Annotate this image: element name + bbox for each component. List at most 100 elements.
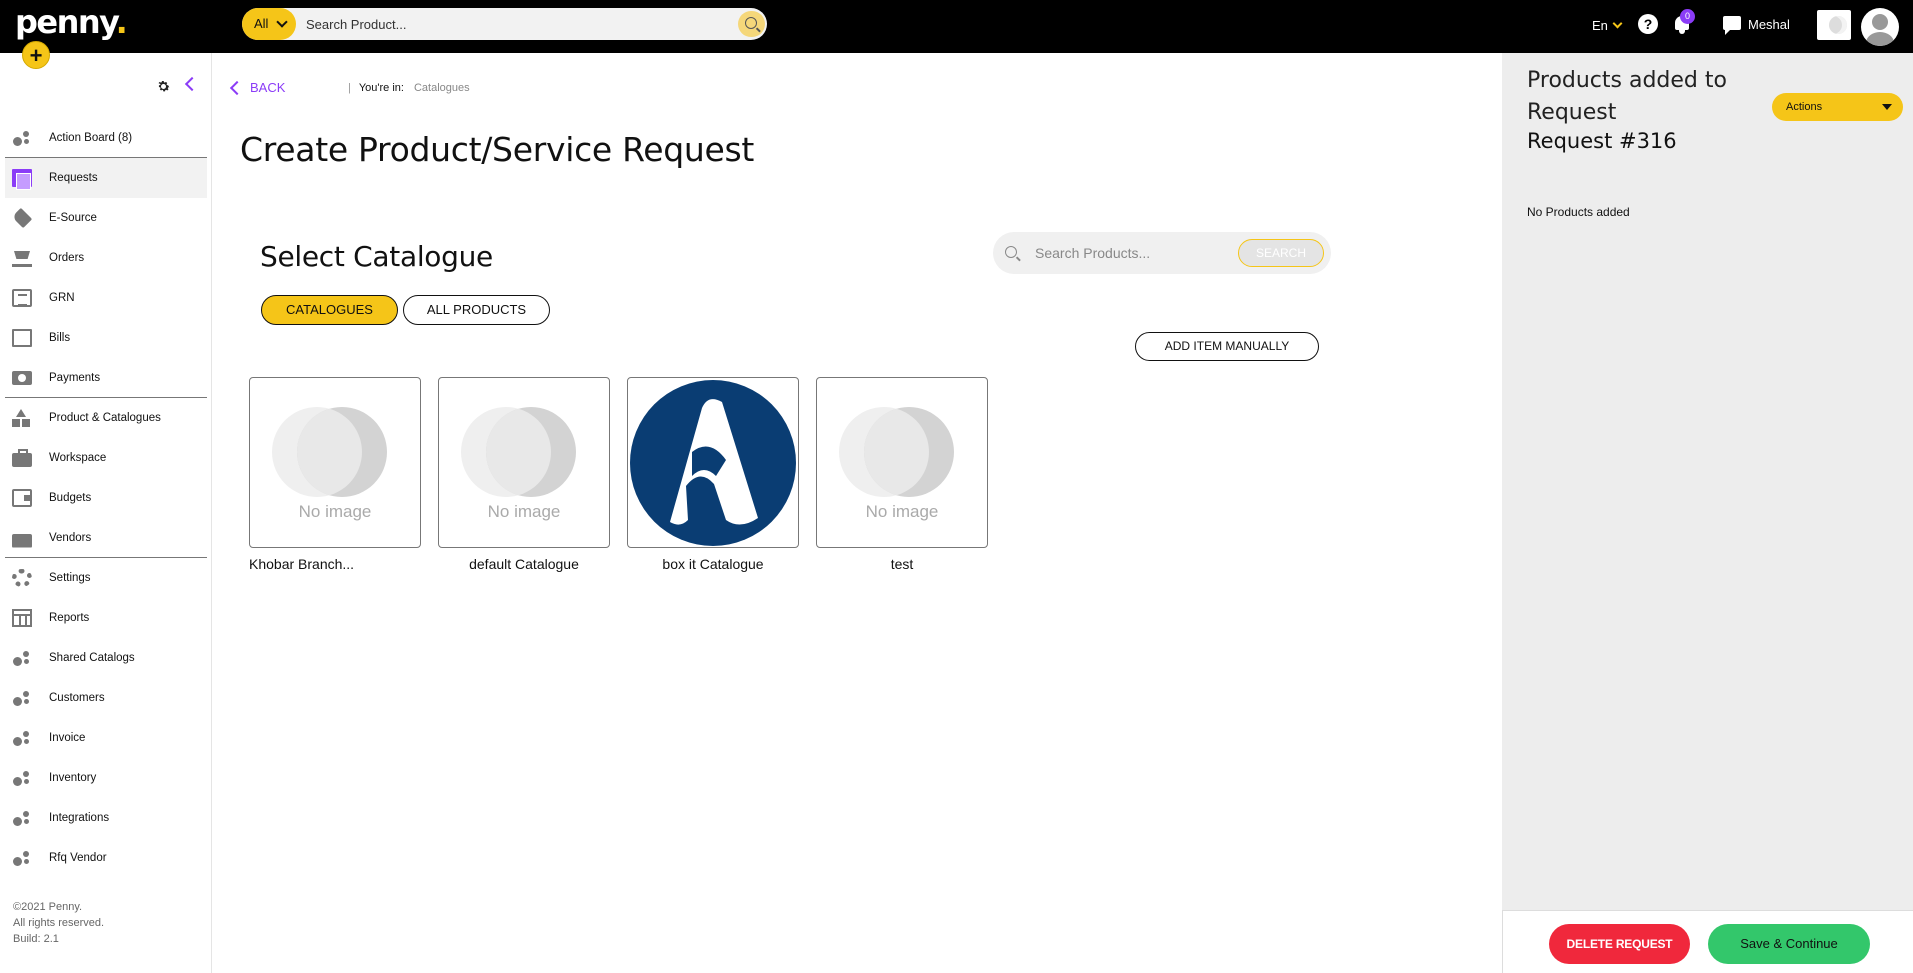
delete-request-button[interactable]: DELETE REQUEST bbox=[1549, 924, 1690, 964]
breadcrumb: | You're in: Catalogues bbox=[348, 82, 470, 94]
no-image-text: No image bbox=[298, 502, 372, 521]
bill-icon bbox=[12, 329, 32, 347]
payment-icon bbox=[12, 370, 32, 385]
sidebar-item-customers[interactable]: Customers bbox=[5, 678, 207, 718]
tag-icon bbox=[11, 207, 33, 229]
no-image-text: No image bbox=[487, 502, 561, 521]
sidebar-item-label: Budgets bbox=[49, 492, 92, 504]
sidebar-item-integrations[interactable]: Integrations bbox=[5, 798, 207, 838]
sidebar-item-inventory[interactable]: Inventory bbox=[5, 758, 207, 798]
sidebar-item-e-source[interactable]: E-Source bbox=[5, 198, 207, 238]
actions-dropdown[interactable]: Actions bbox=[1772, 93, 1903, 121]
sidebar-item-payments[interactable]: Payments bbox=[5, 358, 207, 398]
catalogue-image-placeholder[interactable]: No image bbox=[249, 377, 421, 548]
sidebar-item-requests[interactable]: Requests bbox=[5, 158, 207, 198]
catalogue-name: box it Catalogue bbox=[662, 556, 764, 572]
empty-products-text: No Products added bbox=[1527, 205, 1630, 219]
collapse-sidebar-icon[interactable] bbox=[184, 76, 200, 92]
sidebar-item-label: Invoice bbox=[49, 732, 86, 744]
catalogue-card[interactable]: box it Catalogue bbox=[627, 377, 799, 572]
request-number: Request #316 bbox=[1527, 129, 1677, 153]
table-icon bbox=[12, 609, 32, 627]
chat-icon[interactable] bbox=[1723, 16, 1741, 35]
sidebar-item-label: E-Source bbox=[49, 212, 97, 224]
caret-down-icon bbox=[1882, 104, 1892, 110]
sidebar-item-vendors[interactable]: Vendors bbox=[5, 518, 207, 558]
shapes-icon bbox=[12, 409, 32, 427]
page-title: Create Product/Service Request bbox=[240, 130, 755, 169]
user-name[interactable]: Meshal bbox=[1748, 17, 1790, 32]
sidebar-item-product-catalogues[interactable]: Product & Catalogues bbox=[5, 398, 207, 438]
store-icon bbox=[12, 533, 32, 548]
product-search-button[interactable]: SEARCH bbox=[1238, 239, 1324, 267]
catalogue-image-placeholder[interactable]: No image bbox=[816, 377, 988, 548]
sidebar-item-label: Rfq Vendor bbox=[49, 852, 107, 864]
sidebar-item-label: Shared Catalogs bbox=[49, 652, 135, 664]
back-button[interactable]: BACK bbox=[229, 80, 286, 96]
build-version: Build: 2.1 bbox=[13, 933, 59, 945]
sidebar-item-label: GRN bbox=[49, 292, 75, 304]
help-icon[interactable]: ? bbox=[1638, 14, 1658, 34]
global-search-input[interactable] bbox=[306, 8, 706, 40]
tab-all-products[interactable]: ALL PRODUCTS bbox=[403, 295, 550, 325]
catalogue-card[interactable]: No image default Catalogue bbox=[438, 377, 610, 572]
top-bar: penny. All En ? 0 Meshal bbox=[0, 0, 1913, 53]
back-label: BACK bbox=[250, 80, 286, 95]
language-label: En bbox=[1592, 18, 1608, 33]
company-logo[interactable] bbox=[1817, 10, 1851, 40]
search-category-select[interactable]: All bbox=[242, 8, 296, 40]
breadcrumb-current[interactable]: Catalogues bbox=[414, 82, 470, 94]
dots-icon bbox=[12, 769, 32, 787]
chevron-left-icon bbox=[229, 80, 245, 96]
sidebar-item-rfq-vendor[interactable]: Rfq Vendor bbox=[5, 838, 207, 878]
sidebar: Action Board (8) Requests E-Source Order… bbox=[0, 53, 212, 973]
document-icon bbox=[12, 169, 32, 190]
catalogue-image-placeholder[interactable]: No image bbox=[438, 377, 610, 548]
sidebar-item-label: Requests bbox=[49, 172, 98, 184]
sidebar-item-budgets[interactable]: Budgets bbox=[5, 478, 207, 518]
sidebar-item-shared-catalogs[interactable]: Shared Catalogs bbox=[5, 638, 207, 678]
sidebar-item-label: Inventory bbox=[49, 772, 97, 784]
product-search-input[interactable] bbox=[1035, 232, 1225, 274]
dots-icon bbox=[12, 689, 32, 707]
sidebar-item-label: Reports bbox=[49, 612, 90, 624]
catalogue-card[interactable]: No image Khobar Branch... bbox=[249, 377, 421, 572]
actions-label: Actions bbox=[1786, 101, 1823, 113]
quick-add-button[interactable]: + bbox=[22, 41, 50, 69]
penny-logo[interactable]: penny. bbox=[15, 2, 128, 42]
sidebar-item-settings[interactable]: Settings bbox=[5, 558, 207, 598]
sidebar-item-label: Bills bbox=[49, 332, 71, 344]
sidebar-item-grn[interactable]: GRN bbox=[5, 278, 207, 318]
catalogue-card[interactable]: No image test bbox=[816, 377, 988, 572]
save-continue-button[interactable]: Save & Continue bbox=[1708, 924, 1870, 964]
chevron-down-icon bbox=[1612, 18, 1623, 29]
sidebar-item-invoice[interactable]: Invoice bbox=[5, 718, 207, 758]
sidebar-item-bills[interactable]: Bills bbox=[5, 318, 207, 358]
tab-catalogues[interactable]: CATALOGUES bbox=[261, 295, 398, 325]
sidebar-item-label: Vendors bbox=[49, 531, 92, 544]
copyright-line: All rights reserved. bbox=[13, 917, 105, 929]
sidebar-item-reports[interactable]: Reports bbox=[5, 598, 207, 638]
language-select[interactable]: En bbox=[1592, 18, 1623, 33]
search-category-label: All bbox=[254, 16, 269, 31]
global-search-button[interactable] bbox=[738, 11, 765, 37]
dots-icon bbox=[12, 849, 32, 867]
list-icon bbox=[12, 289, 32, 307]
sidebar-item-workspace[interactable]: Workspace bbox=[5, 438, 207, 478]
catalogue-image[interactable] bbox=[627, 377, 799, 548]
product-search: SEARCH bbox=[993, 232, 1331, 274]
cart-icon bbox=[12, 249, 32, 267]
gear-icon[interactable] bbox=[156, 79, 171, 94]
dots-icon bbox=[12, 729, 32, 747]
catalogue-name: Khobar Branch... bbox=[249, 556, 355, 572]
sidebar-item-action-board[interactable]: Action Board (8) bbox=[5, 118, 207, 158]
add-item-manually-button[interactable]: ADD ITEM MANUALLY bbox=[1135, 332, 1319, 361]
avatar[interactable] bbox=[1861, 8, 1899, 46]
dots-icon bbox=[12, 129, 32, 147]
wallet-icon bbox=[12, 489, 32, 507]
sidebar-item-label: Payments bbox=[49, 371, 101, 384]
sidebar-item-label: Customers bbox=[49, 692, 105, 704]
sidebar-item-orders[interactable]: Orders bbox=[5, 238, 207, 278]
no-image-text: No image bbox=[865, 502, 939, 521]
gear-icon bbox=[12, 569, 32, 587]
